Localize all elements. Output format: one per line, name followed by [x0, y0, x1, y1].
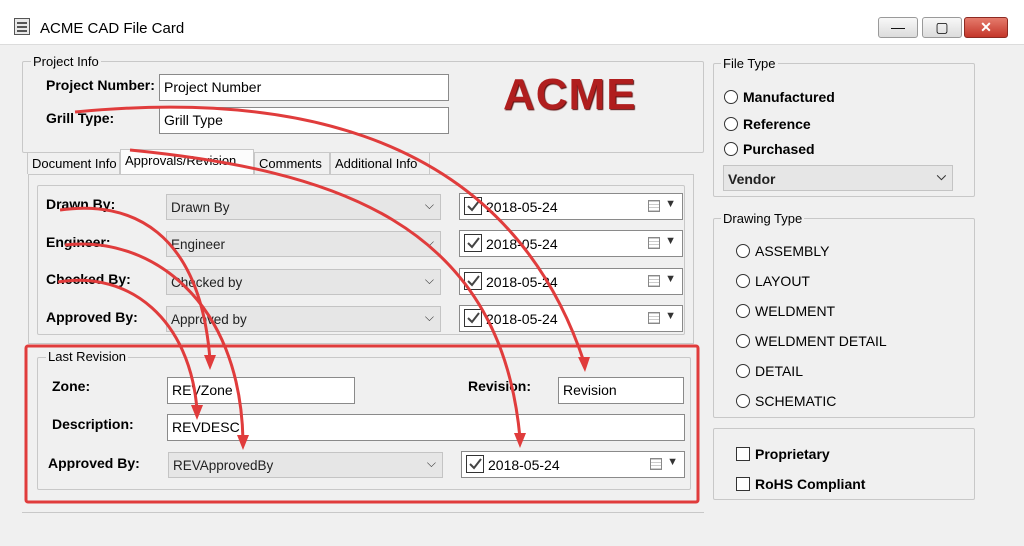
- mapping-arrows: [57, 105, 586, 441]
- arrow-grill-to-revision: [74, 105, 586, 363]
- arrow-drawn-by-to-zone: [59, 206, 212, 361]
- last-revision-highlight: [24, 344, 700, 504]
- arrow-engineer-to-approved: [64, 242, 245, 441]
- arrow-project-to-date: [129, 148, 522, 439]
- arrow-heads: [191, 355, 590, 450]
- annotation-overlay: [24, 105, 700, 504]
